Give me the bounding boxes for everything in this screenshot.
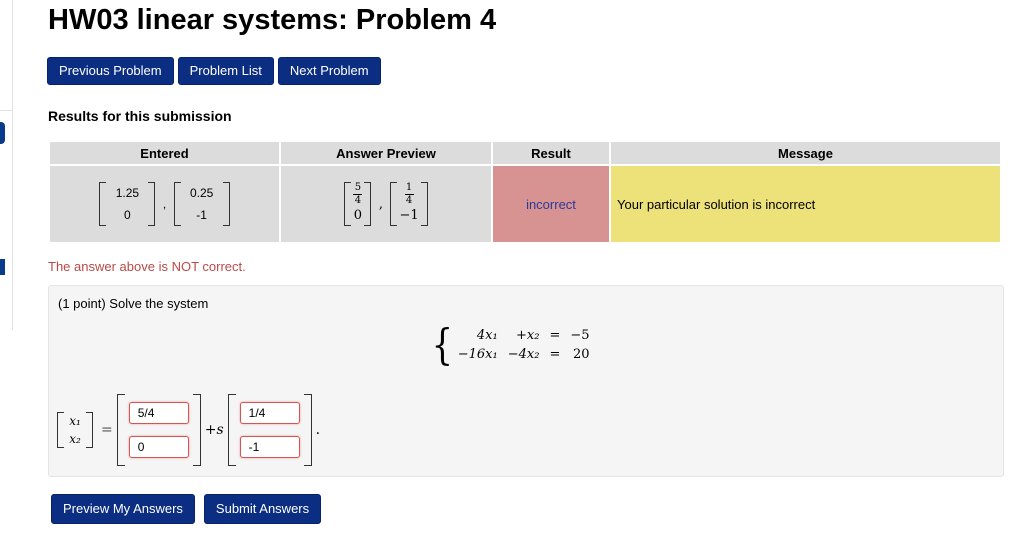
- equation-grid: 4x₁ +x₂ = −5 −16x₁ −4x₂ = 20: [458, 328, 590, 362]
- entered-cell: 1.25 0 , 0.25 -1: [48, 164, 281, 244]
- eq2-rhs: 20: [572, 347, 590, 362]
- result-status: incorrect: [491, 164, 611, 244]
- header-entered: Entered: [48, 140, 281, 166]
- results-table: Entered Answer Preview Result Message 1.…: [48, 140, 1002, 244]
- entered-vector-1: 1.25 0: [99, 182, 156, 226]
- unknown-x2: x₂: [69, 432, 81, 446]
- result-message: Your particular solution is incorrect: [609, 164, 1002, 244]
- previous-problem-button[interactable]: Previous Problem: [47, 57, 174, 85]
- feedback-not-correct: The answer above is NOT correct.: [48, 259, 246, 274]
- direction-vector: [227, 394, 312, 466]
- particular-solution-vector: [116, 394, 201, 466]
- problem-list-button[interactable]: Problem List: [177, 57, 274, 85]
- left-sidebar-edge: [0, 0, 13, 330]
- direction-x2-input[interactable]: [239, 436, 300, 458]
- preview-vector-1: 5 4 0: [344, 181, 372, 226]
- preview-vector-2: 1 4 −1: [390, 181, 428, 226]
- preview-v2-top: 1 4: [404, 181, 414, 206]
- plus-s-label: +s: [204, 422, 224, 438]
- entered-v1-top: 1.25: [115, 186, 140, 200]
- entered-v2-top: 0.25: [189, 186, 214, 200]
- particular-x1-input[interactable]: [128, 402, 189, 424]
- preview-separator: ,: [378, 197, 383, 213]
- next-problem-button[interactable]: Next Problem: [277, 57, 381, 85]
- entered-v1-bottom: 0: [124, 208, 131, 222]
- problem-navigation: Previous Problem Problem List Next Probl…: [47, 57, 381, 85]
- problem-panel: (1 point) Solve the system { 4x₁ +x₂ = −…: [48, 285, 1004, 477]
- header-result: Result: [491, 140, 611, 166]
- entered-v2-bottom: -1: [196, 208, 207, 222]
- preview-answers-button[interactable]: Preview My Answers: [51, 494, 195, 524]
- eq1-term1: 4x₁: [476, 328, 498, 343]
- preview-v1-bottom: 0: [353, 208, 363, 223]
- eq1-rhs: −5: [570, 328, 590, 343]
- page-title: HW03 linear systems: Problem 4: [48, 4, 497, 36]
- answer-preview-cell: 5 4 0 , 1 4 −1: [279, 164, 493, 244]
- direction-x1-input[interactable]: [239, 402, 300, 424]
- particular-x2-input[interactable]: [128, 436, 189, 458]
- eq2-equals: =: [549, 347, 561, 362]
- header-answer-preview: Answer Preview: [279, 140, 493, 166]
- eq2-term1: −16x₁: [457, 347, 498, 362]
- problem-intro: (1 point) Solve the system: [58, 296, 209, 311]
- unknown-vector: x₁ x₂: [57, 412, 93, 448]
- sidebar-active-marker: [0, 259, 5, 275]
- table-row: 1.25 0 , 0.25 -1 5 4 0 , 1 4 −1 incorrec…: [48, 164, 1002, 244]
- preview-v1-top: 5 4: [353, 181, 363, 206]
- equals-sign: =: [101, 422, 113, 438]
- sidebar-toggle-tab[interactable]: [0, 122, 5, 144]
- eq1-term2: +x₂: [516, 328, 540, 343]
- answer-actions: Preview My Answers Submit Answers: [51, 494, 322, 524]
- period: .: [315, 422, 321, 438]
- entered-vector-2: 0.25 -1: [173, 182, 230, 226]
- preview-v2-bottom: −1: [399, 208, 419, 223]
- system-brace: {: [431, 320, 454, 369]
- entered-separator: ,: [162, 197, 167, 212]
- eq2-term2: −4x₂: [507, 347, 540, 362]
- unknown-x1: x₁: [69, 414, 81, 428]
- header-message: Message: [609, 140, 1002, 166]
- results-title: Results for this submission: [48, 108, 232, 124]
- answer-form: x₁ x₂ = +s .: [57, 394, 324, 466]
- eq1-equals: =: [549, 328, 561, 343]
- submit-answers-button[interactable]: Submit Answers: [203, 494, 322, 524]
- sidebar-divider: [0, 110, 12, 111]
- equation-system: { 4x₁ +x₂ = −5 −16x₁ −4x₂ = 20: [429, 324, 590, 366]
